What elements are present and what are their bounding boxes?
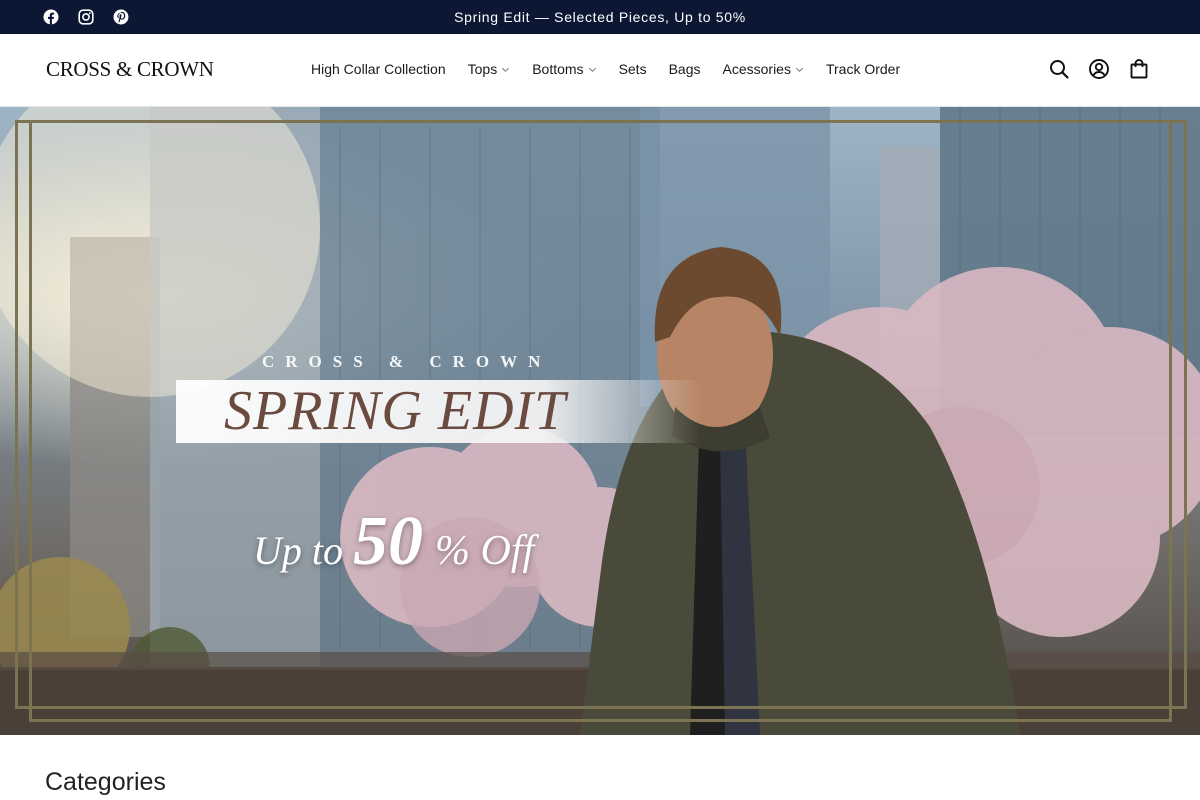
site-header: CROSS & CROWN High Collar Collection Top… (0, 34, 1200, 107)
nav-label: Acessories (722, 61, 791, 77)
nav-item-bags[interactable]: Bags (669, 61, 701, 77)
announcement-bar: Spring Edit — Selected Pieces, Up to 50% (0, 0, 1200, 34)
nav-item-tops[interactable]: Tops (468, 61, 511, 77)
nav-label: Tops (467, 61, 498, 77)
chevron-down-icon (502, 67, 510, 72)
offer-prefix: Up to (253, 528, 343, 573)
main-nav: High Collar Collection Tops Bottoms Sets… (311, 61, 900, 77)
hero-brand-text: CROSS & CROWN (262, 352, 552, 371)
nav-item-sets[interactable]: Sets (619, 61, 647, 77)
offer-suffix: % Off (435, 528, 535, 574)
announcement-text: Spring Edit — Selected Pieces, Up to 50% (454, 9, 746, 25)
categories-heading: Categories (45, 768, 166, 796)
search-icon[interactable] (1048, 58, 1070, 80)
nav-label: Track Order (825, 61, 901, 77)
nav-item-high-collar-collection[interactable]: High Collar Collection (311, 61, 446, 77)
nav-item-bottoms[interactable]: Bottoms (532, 61, 596, 77)
nav-item-track-order[interactable]: Track Order (826, 61, 900, 77)
chevron-down-icon (796, 67, 803, 72)
cart-icon[interactable] (1128, 58, 1150, 80)
nav-label: Bottoms (532, 61, 584, 77)
account-icon[interactable] (1088, 58, 1110, 80)
offer-number: 50 (353, 503, 423, 580)
header-actions (1048, 58, 1150, 80)
hero-title: SPRING EDIT (224, 380, 567, 442)
hero-offer: Up to 50 % Off (253, 502, 534, 582)
brand-logo[interactable]: CROSS & CROWN (46, 57, 214, 82)
nav-label: Bags (668, 61, 701, 77)
hero-banner[interactable]: CROSS & CROWN SPRING EDIT Up to 50 % Off (0, 107, 1200, 735)
chevron-down-icon (588, 67, 596, 72)
nav-item-accessories[interactable]: Acessories (723, 61, 804, 77)
nav-label: Sets (618, 61, 647, 77)
nav-label: High Collar Collection (311, 61, 446, 77)
